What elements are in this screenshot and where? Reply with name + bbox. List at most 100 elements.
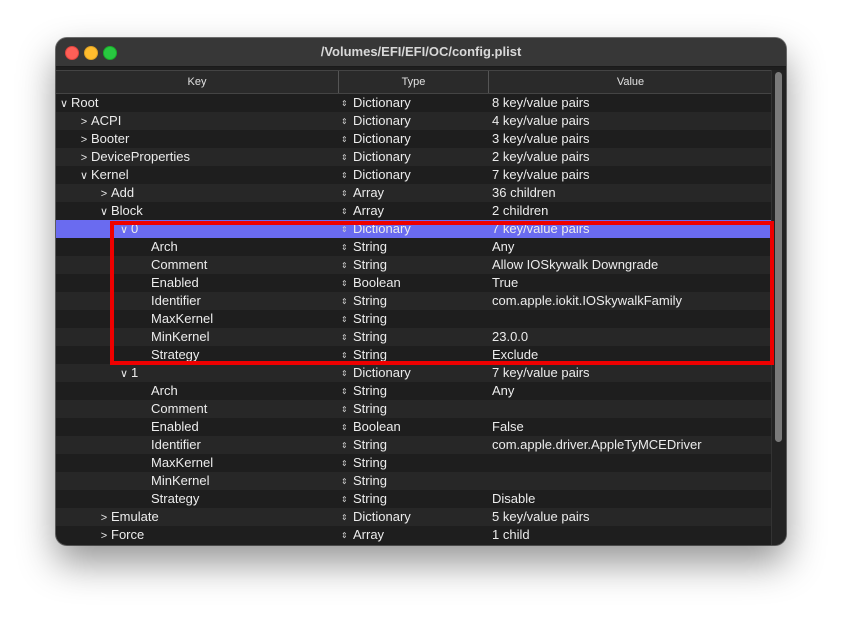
type-cell[interactable]: ⇕ String [341, 292, 489, 310]
key-cell[interactable]: ∨ Block [56, 202, 378, 220]
table-row[interactable]: Enabled ⇕ Boolean True [56, 274, 772, 292]
up-down-arrows-icon[interactable]: ⇕ [341, 113, 353, 131]
type-cell[interactable]: ⇕ String [341, 454, 489, 472]
column-header-type[interactable]: Type [339, 71, 489, 93]
chevron-right-icon[interactable]: > [78, 113, 90, 131]
type-cell[interactable]: ⇕ Dictionary [341, 364, 489, 382]
table-row[interactable]: ∨ 0 ⇕ Dictionary 7 key/value pairs [56, 220, 772, 238]
value-cell[interactable]: 5 key/value pairs [492, 508, 772, 526]
table-row[interactable]: > Add ⇕ Array 36 children [56, 184, 772, 202]
table-row[interactable]: MaxKernel ⇕ String [56, 310, 772, 328]
up-down-arrows-icon[interactable]: ⇕ [341, 239, 353, 257]
value-cell[interactable]: 2 key/value pairs [492, 148, 772, 166]
value-cell[interactable]: com.apple.iokit.IOSkywalkFamily [492, 292, 772, 310]
value-cell[interactable]: Disable [492, 490, 772, 508]
type-cell[interactable]: ⇕ String [341, 436, 489, 454]
value-cell[interactable]: Any [492, 382, 772, 400]
scrollbar-thumb[interactable] [775, 72, 782, 442]
value-cell[interactable]: Allow IOSkywalk Downgrade [492, 256, 772, 274]
up-down-arrows-icon[interactable]: ⇕ [341, 401, 353, 419]
table-row[interactable]: > Emulate ⇕ Dictionary 5 key/value pairs [56, 508, 772, 526]
table-row[interactable]: ∨ 1 ⇕ Dictionary 7 key/value pairs [56, 364, 772, 382]
column-header-key[interactable]: Key [56, 71, 339, 93]
up-down-arrows-icon[interactable]: ⇕ [341, 419, 353, 437]
table-row[interactable]: MinKernel ⇕ String [56, 472, 772, 490]
value-cell[interactable]: 8 key/value pairs [492, 94, 772, 112]
value-cell[interactable]: 1 child [492, 526, 772, 544]
value-cell[interactable]: 2 children [492, 202, 772, 220]
type-cell[interactable]: ⇕ Dictionary [341, 130, 489, 148]
type-cell[interactable]: ⇕ String [341, 238, 489, 256]
up-down-arrows-icon[interactable]: ⇕ [341, 203, 353, 221]
value-cell[interactable]: False [492, 418, 772, 436]
key-cell[interactable]: ∨ Kernel [56, 166, 358, 184]
up-down-arrows-icon[interactable]: ⇕ [341, 437, 353, 455]
table-row[interactable]: > ACPI ⇕ Dictionary 4 key/value pairs [56, 112, 772, 130]
key-cell[interactable]: > Add [56, 184, 378, 202]
up-down-arrows-icon[interactable]: ⇕ [341, 365, 353, 383]
chevron-down-icon[interactable]: ∨ [118, 221, 130, 239]
table-row[interactable]: Strategy ⇕ String Exclude [56, 346, 772, 364]
vertical-scrollbar[interactable] [771, 70, 786, 545]
table-row[interactable]: Arch ⇕ String Any [56, 382, 772, 400]
chevron-right-icon[interactable]: > [78, 149, 90, 167]
up-down-arrows-icon[interactable]: ⇕ [341, 293, 353, 311]
type-cell[interactable]: ⇕ Array [341, 184, 489, 202]
chevron-right-icon[interactable]: > [98, 185, 110, 203]
up-down-arrows-icon[interactable]: ⇕ [341, 221, 353, 239]
chevron-right-icon[interactable]: > [78, 131, 90, 149]
up-down-arrows-icon[interactable]: ⇕ [341, 275, 353, 293]
chevron-down-icon[interactable]: ∨ [98, 203, 110, 221]
value-cell[interactable] [492, 310, 772, 328]
value-cell[interactable]: 7 key/value pairs [492, 166, 772, 184]
table-row[interactable]: ∨ Block ⇕ Array 2 children [56, 202, 772, 220]
type-cell[interactable]: ⇕ Dictionary [341, 166, 489, 184]
type-cell[interactable]: ⇕ Array [341, 526, 489, 544]
type-cell[interactable]: ⇕ Dictionary [341, 220, 489, 238]
type-cell[interactable]: ⇕ String [341, 400, 489, 418]
key-cell[interactable]: ∨ Root [56, 94, 338, 112]
type-cell[interactable]: ⇕ String [341, 490, 489, 508]
up-down-arrows-icon[interactable]: ⇕ [341, 167, 353, 185]
up-down-arrows-icon[interactable]: ⇕ [341, 185, 353, 203]
up-down-arrows-icon[interactable]: ⇕ [341, 95, 353, 113]
table-row[interactable]: ∨ Root ⇕ Dictionary 8 key/value pairs [56, 94, 772, 112]
type-cell[interactable]: ⇕ String [341, 310, 489, 328]
up-down-arrows-icon[interactable]: ⇕ [341, 473, 353, 491]
value-cell[interactable]: 7 key/value pairs [492, 220, 772, 238]
value-cell[interactable]: Exclude [492, 346, 772, 364]
type-cell[interactable]: ⇕ String [341, 472, 489, 490]
key-cell[interactable]: > Emulate [56, 508, 378, 526]
title-bar[interactable]: /Volumes/EFI/EFI/OC/config.plist [56, 38, 786, 67]
key-cell[interactable]: > Force [56, 526, 378, 544]
key-cell[interactable]: > Booter [56, 130, 358, 148]
value-cell[interactable]: 4 key/value pairs [492, 112, 772, 130]
type-cell[interactable]: ⇕ String [341, 328, 489, 346]
up-down-arrows-icon[interactable]: ⇕ [341, 347, 353, 365]
table-row[interactable]: Identifier ⇕ String com.apple.iokit.IOSkywa… [56, 292, 772, 310]
value-cell[interactable]: 3 key/value pairs [492, 130, 772, 148]
type-cell[interactable]: ⇕ Dictionary [341, 148, 489, 166]
chevron-down-icon[interactable]: ∨ [118, 365, 130, 383]
type-cell[interactable]: ⇕ Dictionary [341, 94, 489, 112]
value-cell[interactable]: 7 key/value pairs [492, 364, 772, 382]
up-down-arrows-icon[interactable]: ⇕ [341, 509, 353, 527]
up-down-arrows-icon[interactable]: ⇕ [341, 257, 353, 275]
value-cell[interactable]: 23.0.0 [492, 328, 772, 346]
table-row[interactable]: Comment ⇕ String [56, 400, 772, 418]
up-down-arrows-icon[interactable]: ⇕ [341, 383, 353, 401]
type-cell[interactable]: ⇕ Boolean [341, 274, 489, 292]
value-cell[interactable]: Any [492, 238, 772, 256]
type-cell[interactable]: ⇕ Array [341, 202, 489, 220]
table-row[interactable]: > DeviceProperties ⇕ Dictionary 2 key/value … [56, 148, 772, 166]
table-row[interactable]: > Force ⇕ Array 1 child [56, 526, 772, 544]
table-row[interactable]: Identifier ⇕ String com.apple.driver.AppleT… [56, 436, 772, 454]
chevron-down-icon[interactable]: ∨ [78, 167, 90, 185]
type-cell[interactable]: ⇕ String [341, 346, 489, 364]
up-down-arrows-icon[interactable]: ⇕ [341, 131, 353, 149]
up-down-arrows-icon[interactable]: ⇕ [341, 491, 353, 509]
table-row[interactable]: ∨ Kernel ⇕ Dictionary 7 key/value pairs [56, 166, 772, 184]
chevron-right-icon[interactable]: > [98, 509, 110, 527]
type-cell[interactable]: ⇕ String [341, 256, 489, 274]
up-down-arrows-icon[interactable]: ⇕ [341, 329, 353, 347]
